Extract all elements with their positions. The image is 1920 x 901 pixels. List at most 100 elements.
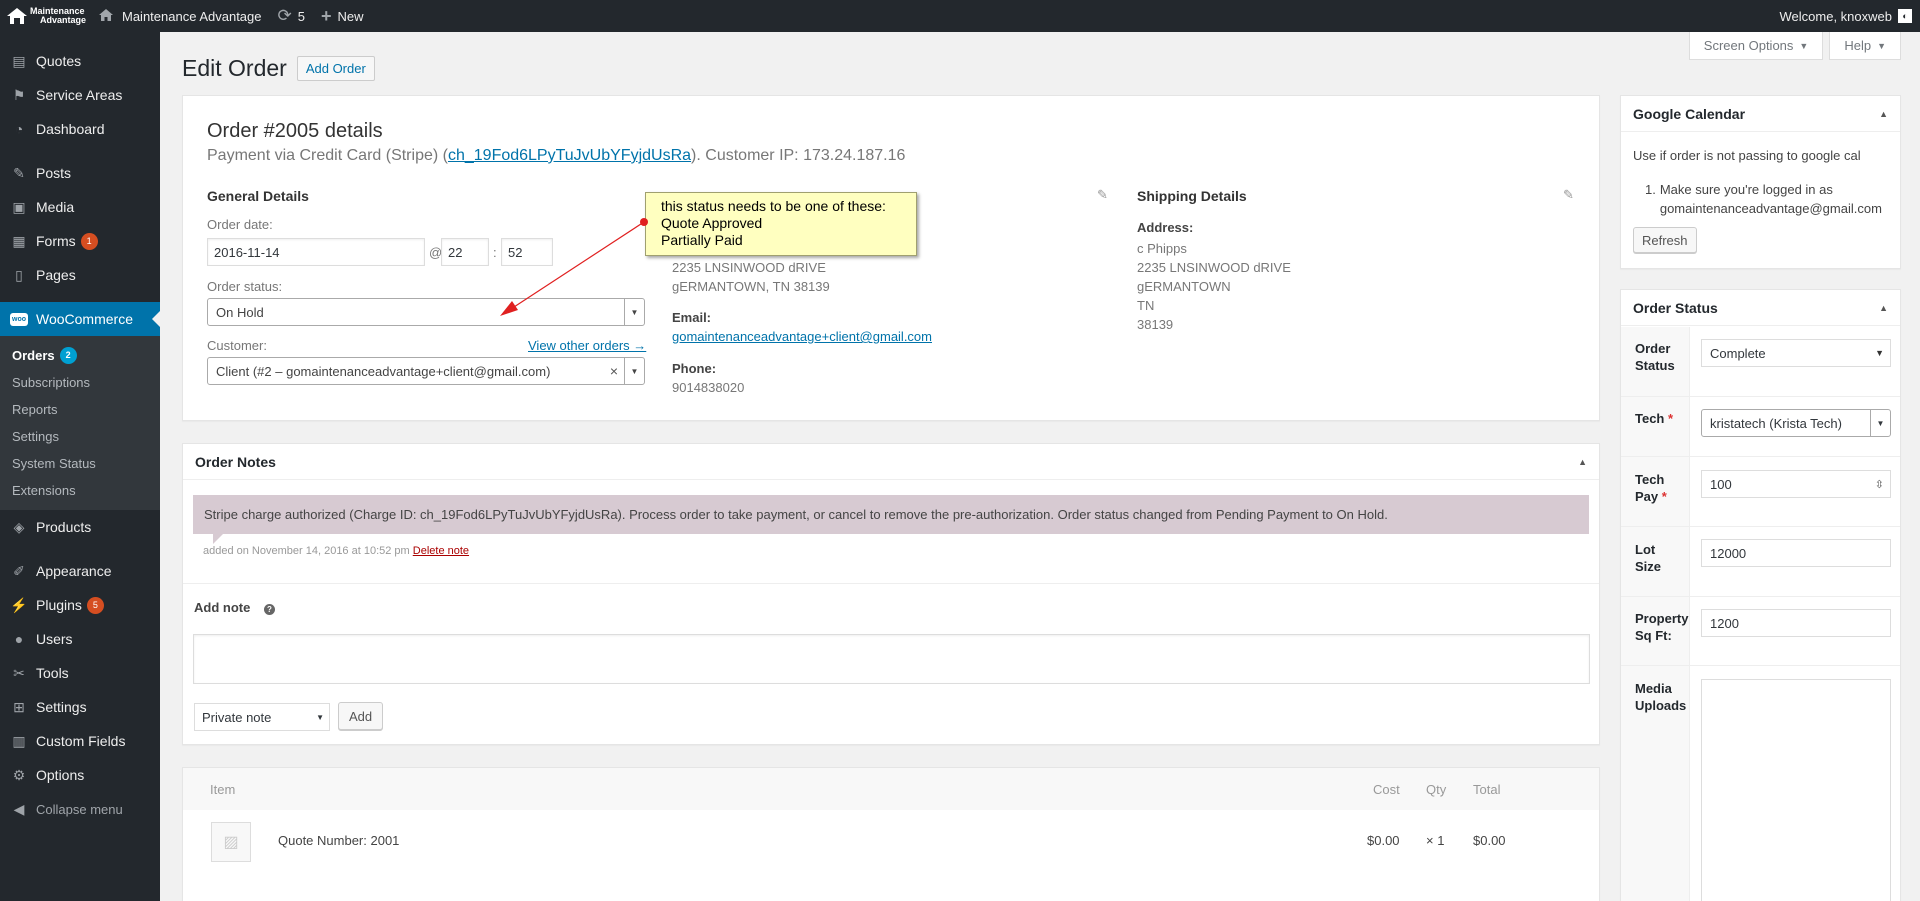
plus-icon: + (320, 5, 332, 26)
lot-size-input[interactable]: 12000 (1701, 539, 1891, 567)
label-line: Size (1635, 559, 1662, 574)
sidebar-item-settings[interactable]: ⊞ Settings (0, 690, 160, 724)
sidebar-item-label: Forms (36, 233, 76, 249)
edit-billing-icon[interactable]: ✎ (1097, 187, 1108, 203)
updates-count: 5 (297, 8, 305, 24)
sidebar-item-posts[interactable]: ✎ Posts (0, 156, 160, 190)
map-icon: ⚑ (12, 86, 26, 103)
colon-separator: : (493, 245, 497, 260)
add-note-textarea[interactable] (193, 634, 1590, 684)
shipping-line: gERMANTOWN (1137, 279, 1231, 294)
add-order-button[interactable]: Add Order (296, 56, 375, 81)
billing-address-line1: 2235 LNSINWOOD dRIVE (672, 260, 826, 275)
site-logo[interactable]: Maintenance Advantage (0, 0, 90, 32)
required-mark: * (1668, 411, 1674, 426)
edit-shipping-icon[interactable]: ✎ (1563, 187, 1574, 203)
new-content-link[interactable]: + New (313, 0, 372, 32)
sidebar-item-media[interactable]: ▣ Media (0, 190, 160, 224)
order-notes-title: Order Notes (195, 453, 276, 470)
help-tip-icon[interactable]: ? (263, 604, 275, 615)
item-name[interactable]: Quote Number: 2001 (278, 833, 399, 848)
pages-icon: ▯ (15, 266, 23, 283)
updates-link[interactable]: ⟳ 5 (270, 0, 313, 32)
order-status-header[interactable]: Order Status ▲ (1621, 290, 1900, 326)
order-date-input[interactable]: 2016-11-14 (207, 238, 425, 266)
sidebar-item-appearance[interactable]: ✐ Appearance (0, 554, 160, 588)
order-heading: Order #2005 details (207, 120, 383, 142)
billing-phone-label: Phone: (672, 361, 717, 376)
order-notes-header[interactable]: Order Notes ▲ (183, 444, 1599, 480)
sidebar-item-users[interactable]: ● Users (0, 622, 160, 656)
sidebar-item-tools[interactable]: ✂ Tools (0, 656, 160, 690)
add-note-label: Add note ? (194, 600, 275, 615)
order-status-dropdown[interactable]: Complete ▼ (1701, 339, 1891, 367)
order-status-select[interactable]: On Hold ▼ (207, 298, 645, 326)
sidebar-item-woocommerce[interactable]: woo WooCommerce (0, 302, 160, 336)
chevron-down-icon: ▼ (624, 358, 644, 384)
step-line2: gomaintenanceadvantage@gmail.com (1659, 201, 1882, 216)
page-header: Edit Order Add Order (182, 55, 375, 82)
order-status-field-label: Order Status (1635, 340, 1675, 374)
sidebar-item-quotes[interactable]: ▤ Quotes (0, 44, 160, 78)
google-calendar-header[interactable]: Google Calendar ▲ (1621, 96, 1900, 132)
account-menu[interactable]: Welcome, knoxweb ◐ (1780, 9, 1920, 24)
spinner-icon[interactable]: ⇳ (1875, 478, 1884, 491)
submenu-item-orders[interactable]: Orders 2 (0, 342, 160, 369)
sidebar-item-forms[interactable]: ▦ Forms 1 (0, 224, 160, 258)
view-other-orders-link[interactable]: View other orders → (528, 338, 646, 353)
sidebar-item-options[interactable]: ⚙ Options (0, 758, 160, 792)
order-minute-input[interactable]: 52 (501, 238, 553, 266)
property-sqft-field-label: Property Sq Ft: (1635, 610, 1688, 644)
sidebar-item-dashboard[interactable]: ◔ Dashboard (0, 112, 160, 146)
help-button[interactable]: Help ▼ (1829, 32, 1901, 60)
product-thumbnail-icon: ▨ (211, 822, 251, 862)
collapse-toggle-icon[interactable]: ▲ (1879, 303, 1888, 313)
sidebar-item-plugins[interactable]: ⚡ Plugins 5 (0, 588, 160, 622)
label-line: Sq Ft: (1635, 628, 1672, 643)
submenu-item-reports[interactable]: Reports (0, 396, 160, 423)
sidebar-item-label: Quotes (36, 53, 82, 69)
label-line: Lot (1635, 542, 1656, 557)
collapse-menu-button[interactable]: ◀ Collapse menu (0, 792, 160, 826)
order-items-box: Item Cost Qty Total ▨ Quote Number: 2001… (182, 767, 1600, 901)
submenu-item-settings[interactable]: Settings (0, 423, 160, 450)
site-name-link[interactable]: Maintenance Advantage (90, 0, 270, 32)
customer-select[interactable]: Client (#2 – gomaintenanceadvantage+clie… (207, 357, 645, 385)
tech-field-label: Tech * (1635, 411, 1673, 426)
sidebar-item-products[interactable]: ◈ Products (0, 510, 160, 544)
lot-size-value: 12000 (1710, 545, 1747, 561)
collapse-toggle-icon[interactable]: ▲ (1879, 109, 1888, 119)
sidebar-item-service-areas[interactable]: ⚑ Service Areas (0, 78, 160, 112)
order-hour-input[interactable]: 22 (441, 238, 489, 266)
property-sqft-input[interactable]: 1200 (1701, 609, 1891, 637)
item-qty: × 1 (1426, 833, 1445, 848)
submenu-item-system-status[interactable]: System Status (0, 450, 160, 477)
tech-select[interactable]: kristatech (Krista Tech) ▼ (1701, 409, 1891, 437)
order-status-dropdown-value: Complete (1710, 345, 1766, 361)
collapse-toggle-icon[interactable]: ▲ (1578, 457, 1587, 467)
sidebar-item-pages[interactable]: ▯ Pages (0, 258, 160, 292)
sidebar-item-label: Plugins (36, 597, 82, 613)
screen-options-button[interactable]: Screen Options ▼ (1688, 32, 1824, 60)
media-uploads-area[interactable] (1701, 679, 1891, 901)
submenu-item-label: Orders (12, 348, 55, 363)
clear-icon[interactable]: × (610, 363, 618, 379)
submenu-item-extensions[interactable]: Extensions (0, 477, 160, 504)
settings-icon: ⊞ (13, 698, 25, 715)
refresh-button[interactable]: Refresh (1633, 227, 1697, 253)
add-note-button[interactable]: Add (338, 702, 384, 730)
delete-note-link[interactable]: Delete note (413, 545, 469, 557)
sidebar-item-custom-fields[interactable]: ▥ Custom Fields (0, 724, 160, 758)
woocommerce-submenu: Orders 2 Subscriptions Reports Settings S… (0, 336, 160, 510)
label-line: Tech (1635, 472, 1665, 487)
note-type-select[interactable]: Private note ▼ (194, 703, 330, 731)
row-divider (1621, 526, 1900, 527)
tech-pay-input[interactable]: 100 ⇳ (1701, 470, 1891, 498)
users-icon: ● (14, 631, 24, 647)
submenu-item-subscriptions[interactable]: Subscriptions (0, 369, 160, 396)
billing-email-link[interactable]: gomaintenanceadvantage+client@gmail.com (672, 329, 932, 344)
avatar: ◐ (1898, 9, 1912, 23)
step-number: 1. (1645, 182, 1656, 197)
charge-id-link[interactable]: ch_19Fod6LPyTuJvUbYFyjdUsRa (448, 147, 691, 164)
annotation-line: Quote Approved (661, 215, 763, 231)
